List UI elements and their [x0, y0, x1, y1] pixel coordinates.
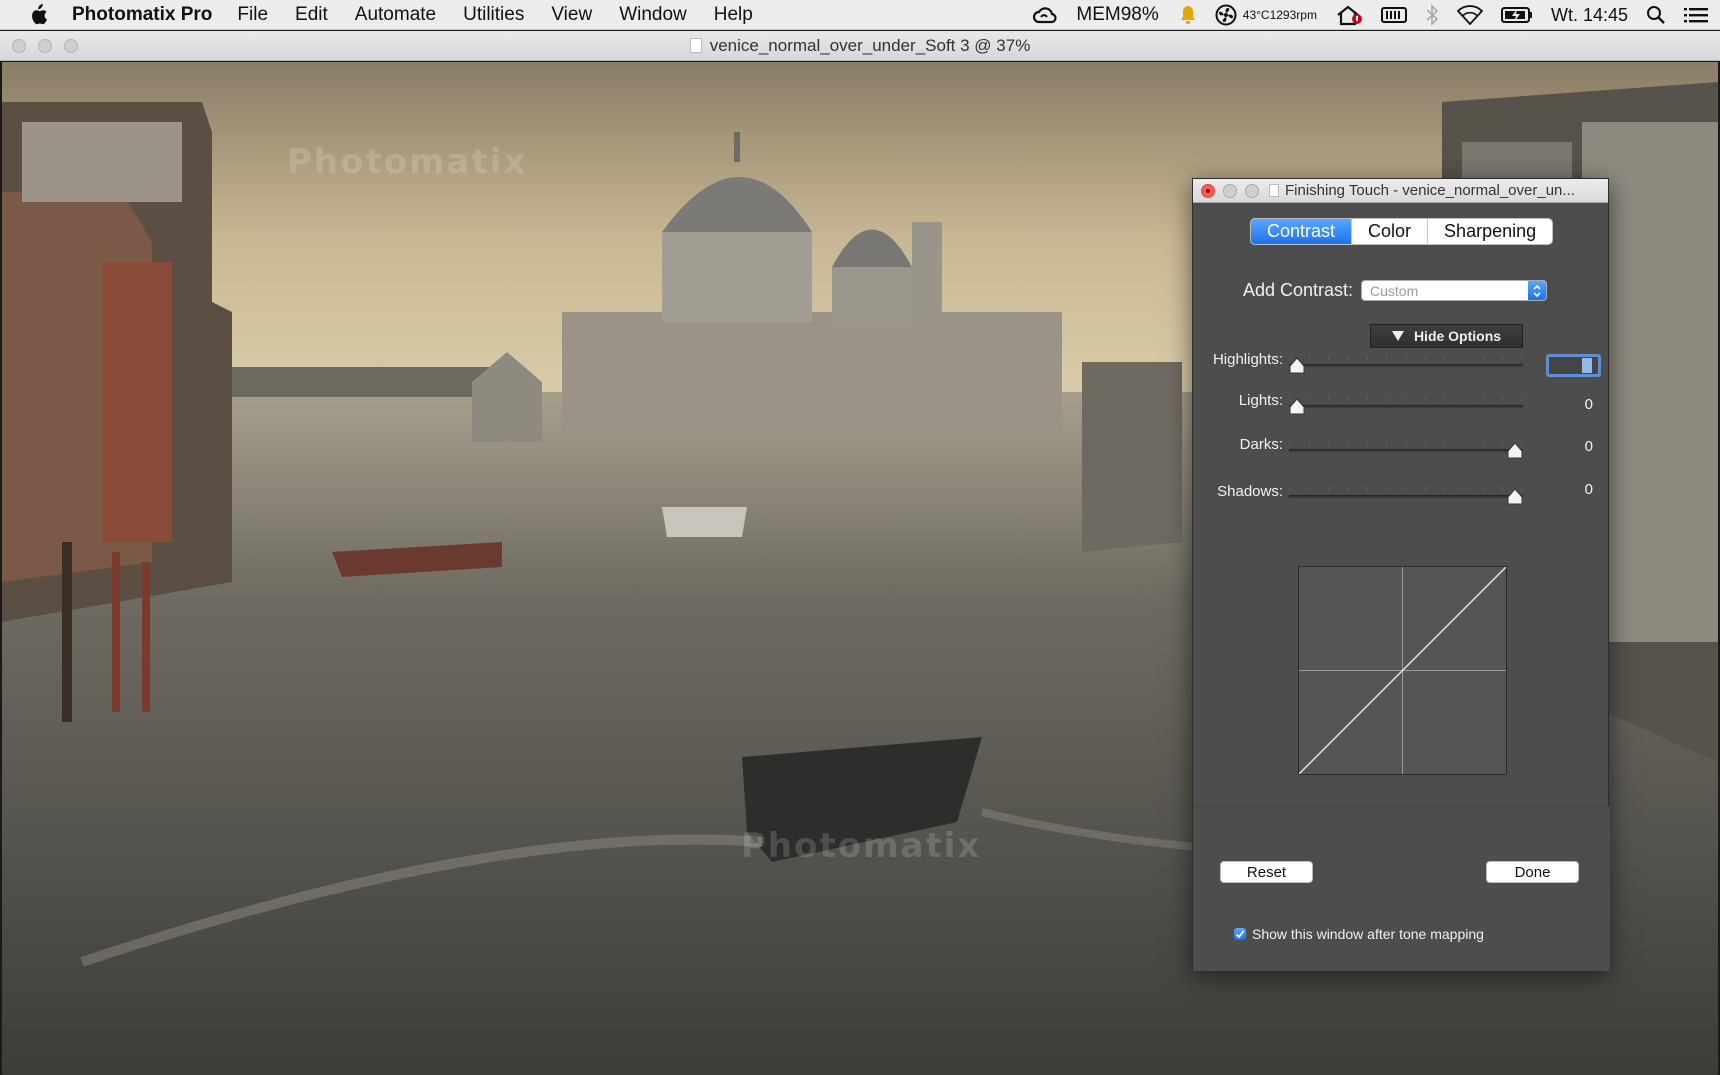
add-contrast-select[interactable]: Custom: [1361, 280, 1547, 301]
highlights-slider[interactable]: [1289, 356, 1523, 376]
slider-thumb[interactable]: [1289, 357, 1305, 374]
select-arrows-icon: [1528, 281, 1546, 300]
lights-label: Lights:: [1238, 392, 1283, 409]
slider-thumb[interactable]: [1507, 442, 1523, 459]
tab-contrast[interactable]: Contrast: [1251, 219, 1352, 244]
memory-value: 98%: [1120, 4, 1159, 25]
menu-bar: Photomatix Pro File Edit Automate Utilit…: [0, 0, 1720, 30]
add-contrast-label: Add Contrast:: [1242, 280, 1353, 300]
watermark-bottom: Photomatix: [741, 826, 982, 866]
menu-automate[interactable]: Automate: [355, 4, 436, 26]
lights-slider[interactable]: [1289, 397, 1523, 417]
memory-label: MEM: [1076, 4, 1121, 25]
show-window-label: Show this window after tone mapping: [1252, 926, 1484, 942]
menu-window[interactable]: Window: [619, 4, 687, 26]
panel-title-text: Finishing Touch - venice_normal_over_un.…: [1285, 182, 1575, 199]
panel-close-button[interactable]: [1201, 183, 1215, 198]
search-icon[interactable]: [1646, 5, 1666, 25]
notification-bell-icon[interactable]: [1179, 5, 1197, 25]
slider-track: [1289, 449, 1523, 452]
slider-thumb[interactable]: [1289, 398, 1305, 415]
text-selection: [1582, 358, 1592, 373]
creative-cloud-icon[interactable]: [1032, 5, 1058, 25]
shadows-slider[interactable]: [1289, 487, 1523, 507]
finishing-touch-panel: Finishing Touch - venice_normal_over_un.…: [1192, 178, 1610, 971]
apple-icon[interactable]: [26, 3, 50, 27]
panel-titlebar[interactable]: Finishing Touch - venice_normal_over_un.…: [1193, 179, 1608, 203]
window-controls: [12, 39, 78, 53]
highlights-value-field[interactable]: [1546, 354, 1601, 377]
clock-label: Wt. 14:45: [1550, 4, 1628, 25]
temperature-rpm-readout[interactable]: 43°C 1293rpm: [1243, 8, 1317, 22]
document-titlebar[interactable]: venice_normal_over_under_Soft 3 @ 37%: [0, 31, 1720, 61]
shadows-value: 0: [1584, 481, 1593, 498]
done-button[interactable]: Done: [1486, 861, 1579, 883]
highlights-label: Highlights:: [1212, 351, 1283, 368]
menu-edit[interactable]: Edit: [295, 4, 328, 26]
fan-icon[interactable]: [1215, 4, 1237, 26]
tab-bar: Contrast Color Sharpening: [1250, 218, 1554, 245]
tab-sharpening[interactable]: Sharpening: [1427, 219, 1552, 244]
panel-window-controls: [1201, 183, 1259, 198]
menu-utilities[interactable]: Utilities: [463, 4, 524, 26]
lights-value: 0: [1584, 396, 1593, 413]
darks-label: Darks:: [1239, 436, 1283, 453]
menu-help[interactable]: Help: [714, 4, 753, 26]
show-window-checkbox[interactable]: [1234, 928, 1246, 940]
shadows-label: Shadows:: [1217, 483, 1283, 500]
slider-ticks: [1289, 356, 1523, 360]
show-window-option[interactable]: Show this window after tone mapping: [1234, 926, 1484, 942]
clock[interactable]: Wt. 14:45: [1551, 5, 1628, 26]
battery-meter-icon[interactable]: [1380, 6, 1407, 24]
menu-view[interactable]: View: [551, 4, 592, 26]
slider-ticks: [1289, 441, 1523, 445]
slider-track: [1289, 364, 1523, 367]
reset-button[interactable]: Reset: [1220, 861, 1313, 883]
panel-title: Finishing Touch - venice_normal_over_un.…: [1269, 182, 1575, 199]
panel-zoom-button[interactable]: [1245, 183, 1259, 198]
slider-ticks: [1289, 397, 1523, 401]
list-icon[interactable]: [1684, 6, 1708, 24]
bluetooth-icon[interactable]: [1425, 4, 1439, 26]
slider-track: [1289, 405, 1523, 408]
darks-value: 0: [1584, 438, 1593, 455]
fan-rpm-value: 1293rpm: [1269, 8, 1317, 22]
temperature-value: 43°C: [1242, 8, 1270, 22]
menu-file[interactable]: File: [237, 4, 268, 26]
panel-footer: [1193, 806, 1610, 971]
slider-track: [1289, 495, 1523, 498]
tone-curve-graph: [1298, 566, 1507, 775]
hide-options-label: Hide Options: [1413, 328, 1502, 344]
tab-color[interactable]: Color: [1351, 219, 1427, 244]
battery-icon[interactable]: [1500, 6, 1533, 24]
home-icon[interactable]: [1335, 4, 1363, 26]
menu-app-name[interactable]: Photomatix Pro: [72, 4, 212, 26]
tone-curve[interactable]: [1298, 566, 1507, 775]
document-icon: [689, 38, 702, 53]
status-area: MEM 98% 43°C 1293rpm Wt. 14:45: [1032, 0, 1720, 30]
minimize-button[interactable]: [38, 39, 52, 53]
add-contrast-value: Custom: [1370, 282, 1419, 299]
darks-slider[interactable]: [1289, 441, 1523, 461]
wifi-icon[interactable]: [1456, 5, 1483, 25]
panel-document-icon: [1269, 184, 1279, 197]
close-button[interactable]: [12, 39, 26, 53]
document-title: venice_normal_over_under_Soft 3 @ 37%: [689, 35, 1031, 56]
slider-ticks: [1289, 487, 1523, 491]
watermark-top: Photomatix: [287, 142, 528, 182]
disclosure-triangle-icon: [1391, 331, 1404, 341]
hide-options-button[interactable]: Hide Options: [1370, 324, 1523, 348]
slider-thumb[interactable]: [1507, 488, 1523, 505]
document-title-text: venice_normal_over_under_Soft 3 @ 37%: [709, 35, 1031, 55]
panel-minimize-button[interactable]: [1223, 183, 1237, 198]
memory-meter[interactable]: MEM 98%: [1076, 4, 1158, 26]
zoom-button[interactable]: [64, 39, 78, 53]
checkmark-icon: [1235, 930, 1245, 939]
